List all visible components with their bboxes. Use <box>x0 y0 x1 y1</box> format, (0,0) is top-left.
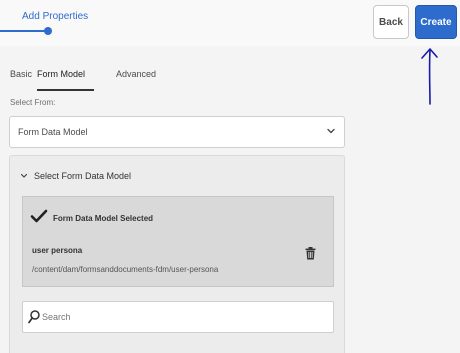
step-indicator-dot <box>44 27 52 35</box>
tab-bar: Basic Form Model Advanced <box>0 62 370 92</box>
selected-status-label: Form Data Model Selected <box>53 214 154 223</box>
search-field[interactable] <box>22 301 334 333</box>
select-from-value: Form Data Model <box>18 127 88 137</box>
model-name: user persona <box>32 246 83 255</box>
tab-advanced[interactable]: Advanced <box>116 69 156 79</box>
active-tab-indicator <box>37 89 94 91</box>
tab-form-model[interactable]: Form Model <box>37 69 85 79</box>
accordion-title: Select Form Data Model <box>34 171 132 181</box>
form-data-model-panel: Select Form Data Model Form Data Model S… <box>9 155 345 353</box>
checkmark-icon <box>30 209 48 223</box>
step-label: Add Properties <box>22 11 89 22</box>
selected-model-card[interactable]: Form Data Model Selected user persona /c… <box>22 196 334 287</box>
tab-basic[interactable]: Basic <box>10 69 32 79</box>
annotation-arrow <box>421 48 438 105</box>
chevron-down-icon <box>327 128 335 134</box>
step-progress-line <box>0 30 48 32</box>
trash-icon[interactable] <box>305 247 316 260</box>
select-from-dropdown[interactable]: Form Data Model <box>9 116 345 148</box>
search-icon <box>28 310 40 324</box>
search-input[interactable] <box>42 302 327 332</box>
create-button[interactable]: Create <box>415 5 457 39</box>
accordion-header[interactable]: Select Form Data Model <box>20 171 131 181</box>
model-path: /content/dam/formsanddocuments-fdm/user-… <box>32 265 219 274</box>
chevron-down-icon <box>20 173 28 178</box>
select-from-label: Select From: <box>10 98 56 107</box>
back-button[interactable]: Back <box>373 5 409 39</box>
